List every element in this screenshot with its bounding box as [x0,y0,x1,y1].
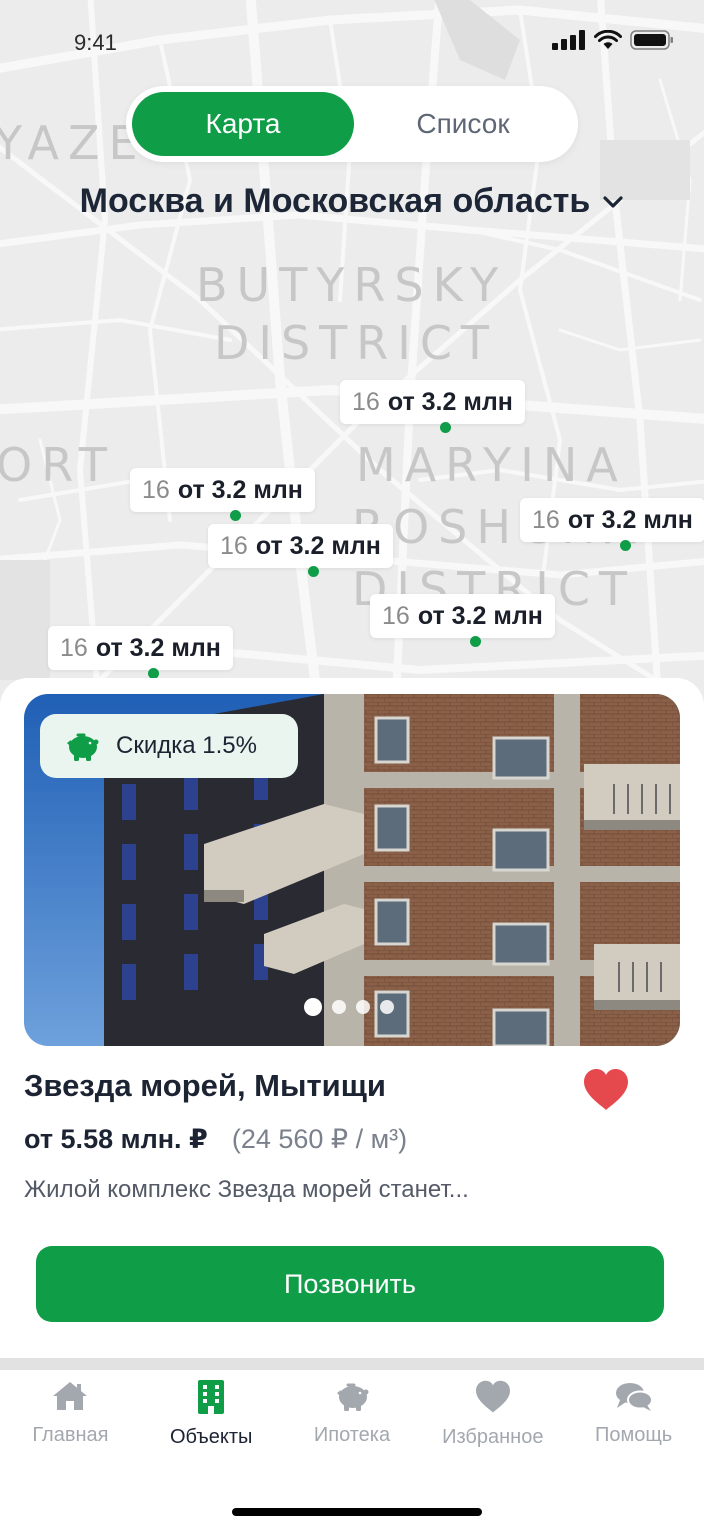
favorite-heart-icon[interactable] [582,1068,630,1112]
battery-icon [630,30,673,50]
map-pin-label: 16 от 3.2 млн [48,626,233,670]
view-toggle: Карта Список [126,86,578,162]
pagination-dot[interactable] [380,1000,394,1014]
status-bar: 9:41 [0,0,704,90]
map-pin-count: 16 [220,531,248,560]
map-pin-dot [620,540,631,551]
piggy-bank-icon [336,1383,369,1411]
map-pin-count: 16 [382,601,410,630]
discount-text: Скидка 1.5% [116,732,257,759]
pagination-dot[interactable] [356,1000,370,1014]
list-view-tab[interactable]: Список [354,92,572,156]
map-pin-count: 16 [352,387,380,416]
map[interactable]: YAZEVSKY BUTYRSKY DISTRICT ORT MARYINA R… [0,0,704,720]
map-pin-dot [440,422,451,433]
map-pin-price: от 3.2 млн [95,633,221,662]
tab-bar: Главная Объекты Ипотека Избранное Помощь [0,1370,704,1458]
map-pin[interactable]: 16 от 3.2 млн [340,380,525,433]
price-row: от 5.58 млн. ₽ (24 560 ₽ / м³) [24,1124,407,1155]
map-pin-price: от 3.2 млн [177,475,303,504]
region-selector[interactable]: Москва и Московская область [0,182,704,221]
tab-label: Объекты [169,1426,253,1448]
tab-help[interactable]: Помощь [563,1370,704,1458]
map-district-label: DISTRICT [214,316,499,370]
status-time: 9:41 [74,30,117,55]
listing-price: от 5.58 млн. ₽ [24,1124,208,1154]
building-icon [198,1380,225,1414]
map-pin[interactable]: 16 от 3.2 млн [370,594,555,647]
map-pin-label: 16 от 3.2 млн [208,524,393,568]
map-pin[interactable]: 16 от 3.2 млн [48,626,233,679]
call-button[interactable]: Позвонить [36,1246,664,1322]
tab-label: Ипотека [313,1424,391,1446]
chat-bubbles-icon [615,1383,653,1411]
signal-icon [552,30,585,50]
heart-icon [475,1380,510,1413]
tab-label: Помощь [594,1424,673,1446]
map-pin-price: от 3.2 млн [567,505,693,534]
price-per-m2: (24 560 ₽ / м³) [231,1124,408,1154]
map-pin[interactable]: 16 от 3.2 млн [520,498,704,551]
map-pin-price: от 3.2 млн [255,531,381,560]
map-pin-dot [308,566,319,577]
map-view-tab[interactable]: Карта [132,92,354,156]
status-icons [552,30,674,50]
map-pin-count: 16 [532,505,560,534]
chevron-down-icon [603,195,623,208]
home-icon [53,1382,88,1410]
listing-title[interactable]: Звезда морей, Мытищи [24,1068,386,1104]
pagination-dot[interactable] [304,998,322,1016]
map-pin-dot [230,510,241,521]
listing-description: Жилой комплекс Звезда морей станет... [24,1176,469,1203]
map-district-label: ORT [0,438,116,492]
piggy-bank-icon [67,733,99,761]
tab-mortgage[interactable]: Ипотека [282,1370,423,1458]
pagination-dot[interactable] [332,1000,346,1014]
map-district-label: BUTYRSKY [196,258,508,312]
map-pin-count: 16 [142,475,170,504]
map-pin-label: 16 от 3.2 млн [130,468,315,512]
wifi-icon [594,30,622,49]
map-district-label: MARYINA [356,438,627,492]
map-peek [0,1358,704,1370]
tab-favorites[interactable]: Избранное [422,1370,563,1458]
map-pin-label: 16 от 3.2 млн [370,594,555,638]
region-label: Москва и Московская область [79,182,591,220]
home-indicator[interactable] [232,1508,482,1516]
screen: YAZEVSKY BUTYRSKY DISTRICT ORT MARYINA R… [0,0,704,1522]
tab-label: Главная [32,1424,109,1446]
map-pin[interactable]: 16 от 3.2 млн [130,468,315,521]
map-pin-label: 16 от 3.2 млн [520,498,704,542]
tab-home[interactable]: Главная [0,1370,141,1458]
map-pin-price: от 3.2 млн [387,387,513,416]
map-pin-price: от 3.2 млн [417,601,543,630]
tab-label: Избранное [442,1426,544,1448]
tab-objects[interactable]: Объекты [141,1370,282,1458]
photo-pagination [304,998,394,1016]
map-pin-dot [470,636,481,647]
map-pin-label: 16 от 3.2 млн [340,380,525,424]
map-pin-count: 16 [60,633,88,662]
map-pin[interactable]: 16 от 3.2 млн [208,524,393,577]
discount-badge: Скидка 1.5% [40,714,298,778]
